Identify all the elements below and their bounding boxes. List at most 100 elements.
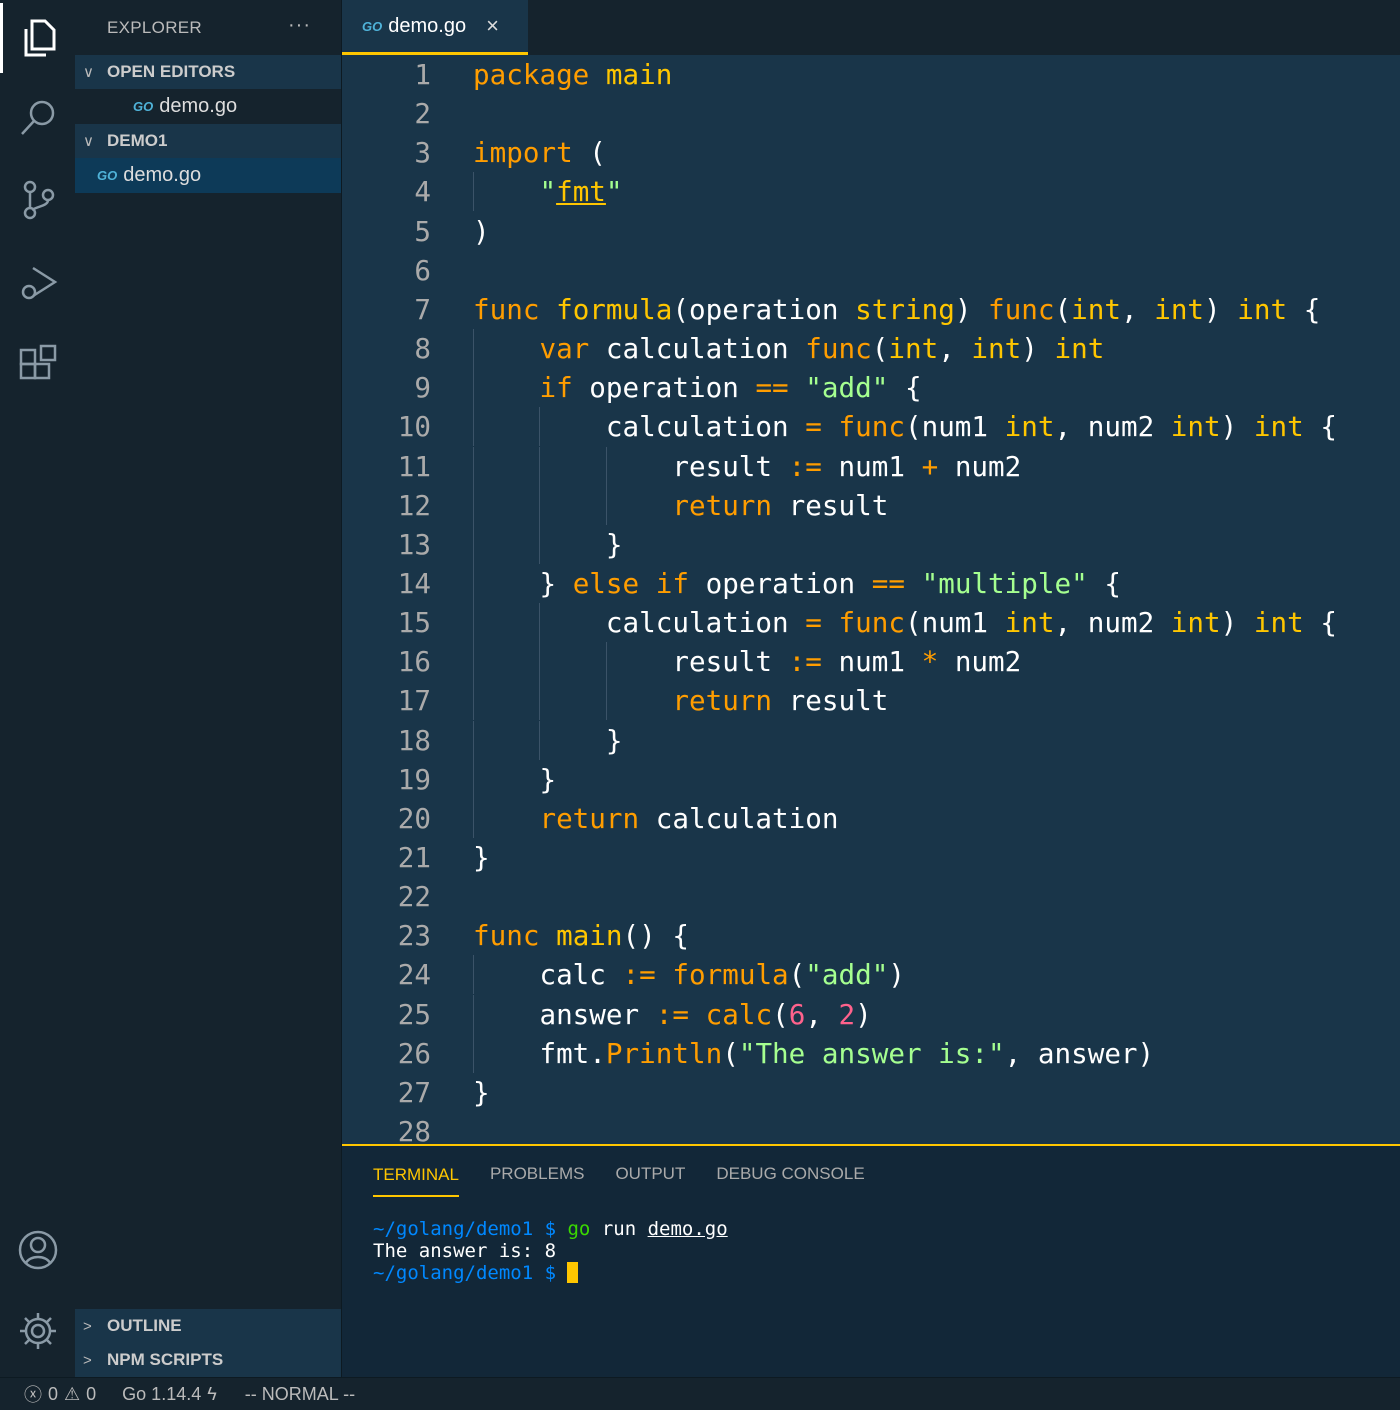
close-icon[interactable]: ×	[486, 13, 499, 39]
code-token: int	[1253, 410, 1304, 444]
tab-demo-go[interactable]: GO demo.go ×	[342, 0, 528, 55]
terminal-file-link[interactable]: demo.go	[648, 1218, 728, 1240]
code-token: operation	[572, 371, 756, 405]
code-token: (	[722, 1036, 739, 1070]
tab-debug-console[interactable]: DEBUG CONSOLE	[716, 1164, 864, 1184]
code-line[interactable]: 5)	[342, 212, 1400, 251]
code-token: , answer)	[1004, 1036, 1155, 1070]
source-control-icon[interactable]	[0, 165, 75, 235]
extensions-icon[interactable]	[0, 330, 75, 400]
error-icon[interactable]: ⓧ	[24, 1381, 42, 1407]
tab-terminal[interactable]: TERMINAL	[373, 1151, 459, 1197]
code-line[interactable]: 11 result := num1 + num2	[342, 446, 1400, 486]
code-token: fmt.	[473, 1036, 606, 1070]
line-number: 2	[414, 97, 431, 131]
code-line[interactable]: 23 func main() {	[342, 916, 1400, 955]
code-token: calc	[705, 997, 773, 1031]
search-icon[interactable]	[0, 83, 75, 153]
code-token: int	[1154, 292, 1205, 326]
code-token: (	[788, 958, 806, 992]
code-token: num1	[821, 645, 922, 679]
code-line[interactable]: 18 }	[342, 720, 1400, 760]
code-line[interactable]: 15 calculation = func(num1 int, num2 int…	[342, 603, 1400, 643]
line-number: 19	[397, 762, 431, 796]
code-text: func main() {	[473, 916, 689, 955]
code-line[interactable]: 3 import (	[342, 133, 1400, 172]
code-line[interactable]: 21}	[342, 838, 1400, 877]
go-file-icon: GO	[362, 18, 383, 34]
go-version[interactable]: Go 1.14.4	[122, 1384, 201, 1405]
code-token: num2	[938, 449, 1022, 483]
terminal-output: The answer is: 8	[373, 1240, 557, 1262]
code-line[interactable]: 14 } else if operation == "multiple" {	[342, 563, 1400, 603]
code-line[interactable]: 8 var calculation func(int, int) int	[342, 329, 1400, 369]
line-number: 12	[397, 488, 431, 522]
code-token: , num2	[1054, 606, 1171, 640]
open-editor-item[interactable]: GO demo.go	[75, 89, 341, 124]
outline-section[interactable]: > OUTLINE	[75, 1309, 341, 1343]
code-text: }	[473, 1073, 490, 1112]
code-text: "fmt"	[473, 172, 623, 211]
code-text: calc := formula("add")	[473, 955, 905, 994]
code-editor[interactable]: 1 package main 2 3 import (4 "fmt" 5) 6 7 func f…	[342, 55, 1400, 1144]
code-line[interactable]: 19 }	[342, 759, 1400, 799]
code-line[interactable]: 7 func formula(operation string) func(int…	[342, 290, 1400, 329]
tab-output[interactable]: OUTPUT	[615, 1164, 685, 1184]
warning-icon[interactable]: ⚠	[64, 1384, 80, 1405]
code-line[interactable]: 16 result := num1 * num2	[342, 642, 1400, 682]
code-token: int	[888, 332, 939, 366]
file-tree-item[interactable]: GO demo.go	[75, 158, 341, 193]
code-token: num2	[938, 645, 1022, 679]
code-token: return	[539, 801, 640, 835]
code-line[interactable]: 6	[342, 251, 1400, 290]
account-icon[interactable]	[0, 1215, 75, 1285]
explorer-icon[interactable]	[0, 3, 75, 73]
code-token: int	[1004, 606, 1055, 640]
code-line[interactable]: 1 package main	[342, 55, 1400, 94]
warning-count[interactable]: 0	[86, 1384, 96, 1405]
code-line[interactable]: 12 return result	[342, 485, 1400, 525]
section-label: NPM SCRIPTS	[107, 1350, 224, 1369]
code-token: "	[605, 175, 623, 209]
code-line[interactable]: 28	[342, 1112, 1400, 1144]
code-token: package	[473, 58, 590, 91]
code-token: () {	[622, 919, 689, 953]
code-line[interactable]: 2	[342, 94, 1400, 133]
code-line[interactable]: 22	[342, 877, 1400, 916]
terminal[interactable]: ~/golang/demo1 $ go run demo.go The answ…	[342, 1202, 1400, 1284]
code-token: result	[772, 684, 889, 718]
terminal-cmd-arg: run	[601, 1218, 637, 1240]
error-count[interactable]: 0	[48, 1384, 58, 1405]
code-line[interactable]: 25 answer := calc(6, 2)	[342, 994, 1400, 1034]
npm-scripts-section[interactable]: > NPM SCRIPTS	[75, 1343, 341, 1377]
code-text: }	[473, 721, 623, 760]
code-line[interactable]: 17 return result	[342, 681, 1400, 721]
run-debug-icon[interactable]	[0, 248, 75, 318]
code-token: int	[1004, 410, 1055, 444]
tab-problems[interactable]: PROBLEMS	[490, 1164, 584, 1184]
code-token: ,	[805, 997, 839, 1031]
gear-icon[interactable]	[0, 1296, 75, 1366]
code-line[interactable]: 24 calc := formula("add")	[342, 955, 1400, 995]
lightning-icon[interactable]: ϟ	[207, 1384, 217, 1405]
code-line[interactable]: 9 if operation == "add" {	[342, 368, 1400, 408]
folder-section[interactable]: ∨ DEMO1	[75, 124, 341, 158]
code-line[interactable]: 20 return calculation	[342, 798, 1400, 838]
code-token: +	[921, 449, 939, 483]
code-token: "The answer is:"	[738, 1036, 1005, 1070]
code-line[interactable]: 26 fmt.Println("The answer is:", answer)	[342, 1033, 1400, 1073]
code-token: :=	[788, 449, 822, 483]
more-actions-icon[interactable]: ···	[288, 14, 311, 37]
code-line[interactable]: 13 }	[342, 524, 1400, 564]
code-token: formula	[672, 958, 789, 992]
code-token: int	[1071, 292, 1121, 326]
code-line[interactable]: 10 calculation = func(num1 int, num2 int…	[342, 407, 1400, 447]
code-line[interactable]: 27}	[342, 1073, 1400, 1112]
activity-bar	[0, 0, 75, 1377]
code-line[interactable]: 4 "fmt"	[342, 172, 1400, 212]
open-editors-section[interactable]: ∨ OPEN EDITORS	[75, 55, 341, 89]
code-token: func	[805, 332, 872, 366]
